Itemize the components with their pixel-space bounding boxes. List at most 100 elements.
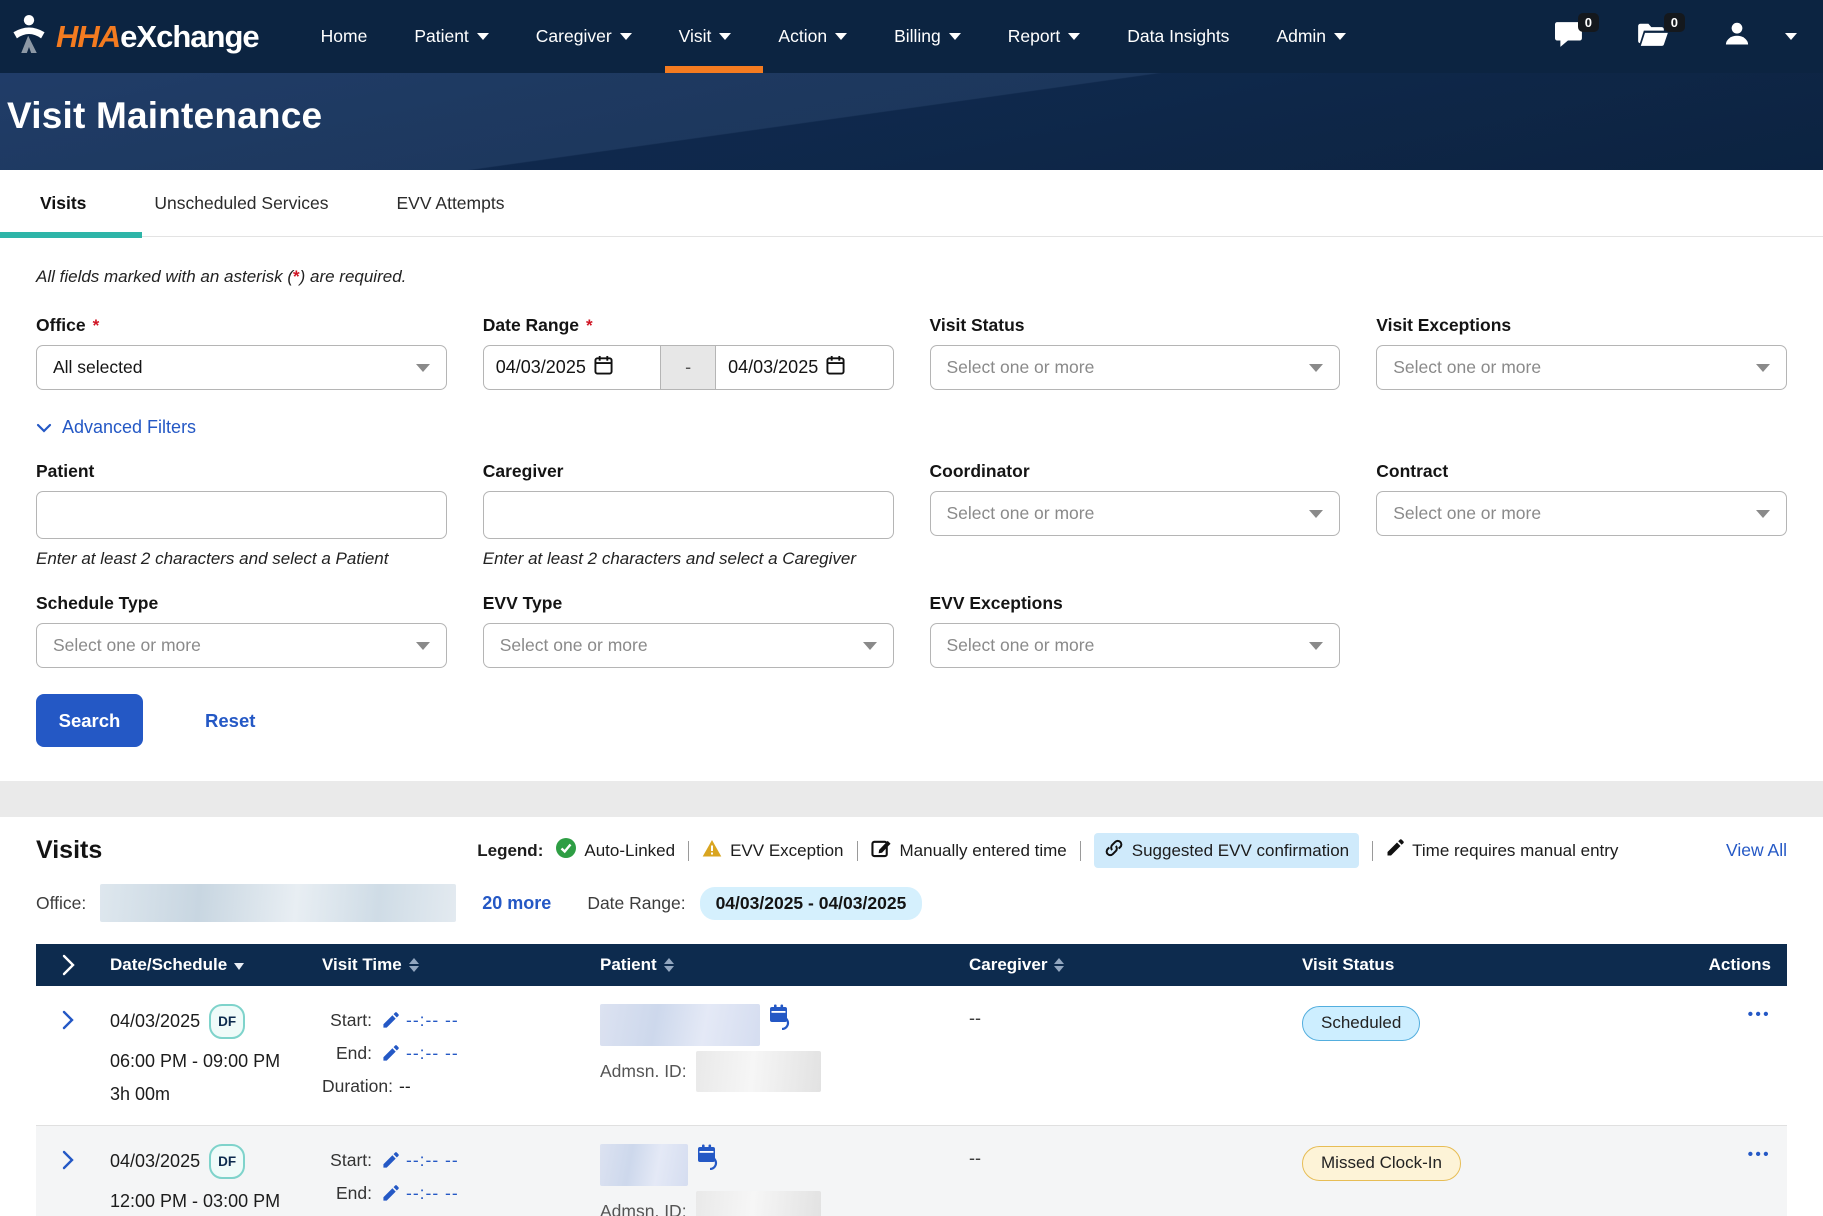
visit-status-label: Visit Status [930, 315, 1341, 336]
search-button[interactable]: Search [36, 694, 143, 747]
caret-down-icon [949, 33, 961, 40]
applied-filters-row: Office: 20 more Date Range: 04/03/2025 -… [36, 884, 1787, 922]
evv-exceptions-select[interactable]: Select one or more [930, 623, 1341, 668]
office-select[interactable]: All selected [36, 345, 447, 390]
nav-patient[interactable]: Patient [414, 0, 488, 73]
col-caregiver[interactable]: Caregiver [959, 955, 1292, 975]
legend-separator [1080, 841, 1081, 861]
schedule-type-select[interactable]: Select one or more [36, 623, 447, 668]
warning-triangle-icon [702, 839, 722, 863]
patient-name-redacted [600, 1004, 760, 1046]
caregiver-field: Caregiver Enter at least 2 characters an… [483, 461, 894, 569]
caret-down-icon [1309, 510, 1323, 518]
edit-start-time-button[interactable] [382, 1152, 399, 1169]
caret-down-icon [719, 33, 731, 40]
coordinator-select[interactable]: Select one or more [930, 491, 1341, 536]
link-icon [1104, 838, 1124, 863]
evv-type-select[interactable]: Select one or more [483, 623, 894, 668]
visits-title: Visits [36, 836, 102, 865]
active-tab-underline [0, 232, 142, 238]
row-actions-button[interactable]: ••• [1677, 1006, 1787, 1125]
visit-exceptions-label: Visit Exceptions [1376, 315, 1787, 336]
office-summary-label: Office: [36, 893, 86, 914]
user-menu[interactable] [1723, 20, 1797, 53]
caregiver-input[interactable] [483, 491, 894, 539]
legend-evv-exception: EVV Exception [702, 839, 843, 863]
df-badge: DF [209, 1144, 245, 1179]
legend-suggested-evv: Suggested EVV confirmation [1094, 833, 1359, 868]
expand-all-button[interactable] [36, 954, 100, 976]
caret-down-icon [1756, 364, 1770, 372]
date-range-field: Date Range* 04/03/2025 - 04/03/2025 [483, 315, 894, 390]
more-offices-link[interactable]: 20 more [482, 893, 551, 914]
visit-exceptions-select[interactable]: Select one or more [1376, 345, 1787, 390]
evv-exceptions-label: EVV Exceptions [930, 593, 1341, 614]
edit-end-time-button[interactable] [382, 1045, 399, 1062]
schedule-type-label: Schedule Type [36, 593, 447, 614]
calendar-sync-icon[interactable] [696, 1144, 720, 1175]
expand-row-button[interactable] [62, 1010, 74, 1125]
cases-button[interactable]: 0 [1637, 21, 1669, 52]
date-range-chip: 04/03/2025 - 04/03/2025 [700, 887, 923, 920]
caret-down-icon [416, 642, 430, 650]
edit-end-time-button[interactable] [382, 1185, 399, 1202]
tab-unscheduled-services[interactable]: Unscheduled Services [154, 193, 328, 214]
row-actions-button[interactable]: ••• [1677, 1146, 1787, 1216]
nav-visit[interactable]: Visit [679, 0, 732, 73]
required-fields-note: All fields marked with an asterisk (*) a… [36, 267, 1787, 287]
nav-admin[interactable]: Admin [1276, 0, 1346, 73]
caret-down-icon [863, 642, 877, 650]
col-date-schedule[interactable]: Date/Schedule [100, 955, 312, 975]
calendar-icon[interactable] [826, 355, 880, 380]
tab-visits[interactable]: Visits [40, 193, 86, 214]
contract-select[interactable]: Select one or more [1376, 491, 1787, 536]
advanced-filters-toggle[interactable]: Advanced Filters [36, 417, 196, 438]
calendar-sync-icon[interactable] [768, 1004, 792, 1035]
nav-report[interactable]: Report [1008, 0, 1081, 73]
col-visit-status: Visit Status [1292, 955, 1677, 975]
office-redacted-chip [100, 884, 456, 922]
nav-home[interactable]: Home [321, 0, 368, 73]
calendar-icon[interactable] [594, 355, 648, 380]
col-patient[interactable]: Patient [590, 955, 959, 975]
messages-count-badge: 0 [1578, 13, 1599, 32]
filters-row-3: Schedule Type Select one or more EVV Typ… [36, 593, 1787, 668]
legend-separator [688, 841, 689, 861]
legend-manually-entered: Manually entered time [871, 838, 1067, 863]
view-all-link[interactable]: View All [1726, 840, 1787, 861]
date-to-input[interactable]: 04/03/2025 [715, 345, 893, 390]
nav-data-insights[interactable]: Data Insights [1127, 0, 1229, 73]
nav-billing[interactable]: Billing [894, 0, 961, 73]
chevron-down-icon [36, 417, 52, 438]
hhaexchange-logo[interactable]: HHAeXchange [10, 12, 259, 61]
caret-down-icon [1785, 33, 1797, 40]
visit-time-cell: Start:--:-- -- End:--:-- -- Duration:-- [312, 1144, 590, 1216]
date-range-separator: - [661, 345, 715, 390]
schedule-type-field: Schedule Type Select one or more [36, 593, 447, 668]
visits-table-header: Date/Schedule Visit Time Patient Caregiv… [36, 944, 1787, 986]
section-divider [0, 781, 1823, 817]
office-label: Office* [36, 315, 447, 336]
col-actions: Actions [1677, 955, 1787, 975]
nav-utilities: 0 0 [1555, 20, 1797, 53]
patient-name-redacted [600, 1144, 688, 1186]
col-visit-time[interactable]: Visit Time [312, 955, 590, 975]
tab-evv-attempts[interactable]: EVV Attempts [397, 193, 505, 214]
patient-helper-text: Enter at least 2 characters and select a… [36, 549, 447, 569]
date-from-input[interactable]: 04/03/2025 [483, 345, 661, 390]
patient-input[interactable] [36, 491, 447, 539]
filters-row-1: Office* All selected Date Range* 04/03/2… [36, 315, 1787, 390]
nav-caregiver[interactable]: Caregiver [536, 0, 632, 73]
nav-action[interactable]: Action [778, 0, 847, 73]
visits-section: Visits Legend: Auto-Linked EVV Exception… [0, 817, 1823, 1216]
messages-button[interactable]: 0 [1555, 21, 1583, 52]
reset-button[interactable]: Reset [205, 710, 255, 732]
visits-header: Visits Legend: Auto-Linked EVV Exception… [36, 833, 1787, 868]
edit-start-time-button[interactable] [382, 1012, 399, 1029]
visit-status-select[interactable]: Select one or more [930, 345, 1341, 390]
caregiver-label: Caregiver [483, 461, 894, 482]
caret-down-icon [620, 33, 632, 40]
expand-row-button[interactable] [62, 1150, 74, 1216]
visit-exceptions-field: Visit Exceptions Select one or more [1376, 315, 1787, 390]
pencil-icon [1386, 839, 1404, 862]
